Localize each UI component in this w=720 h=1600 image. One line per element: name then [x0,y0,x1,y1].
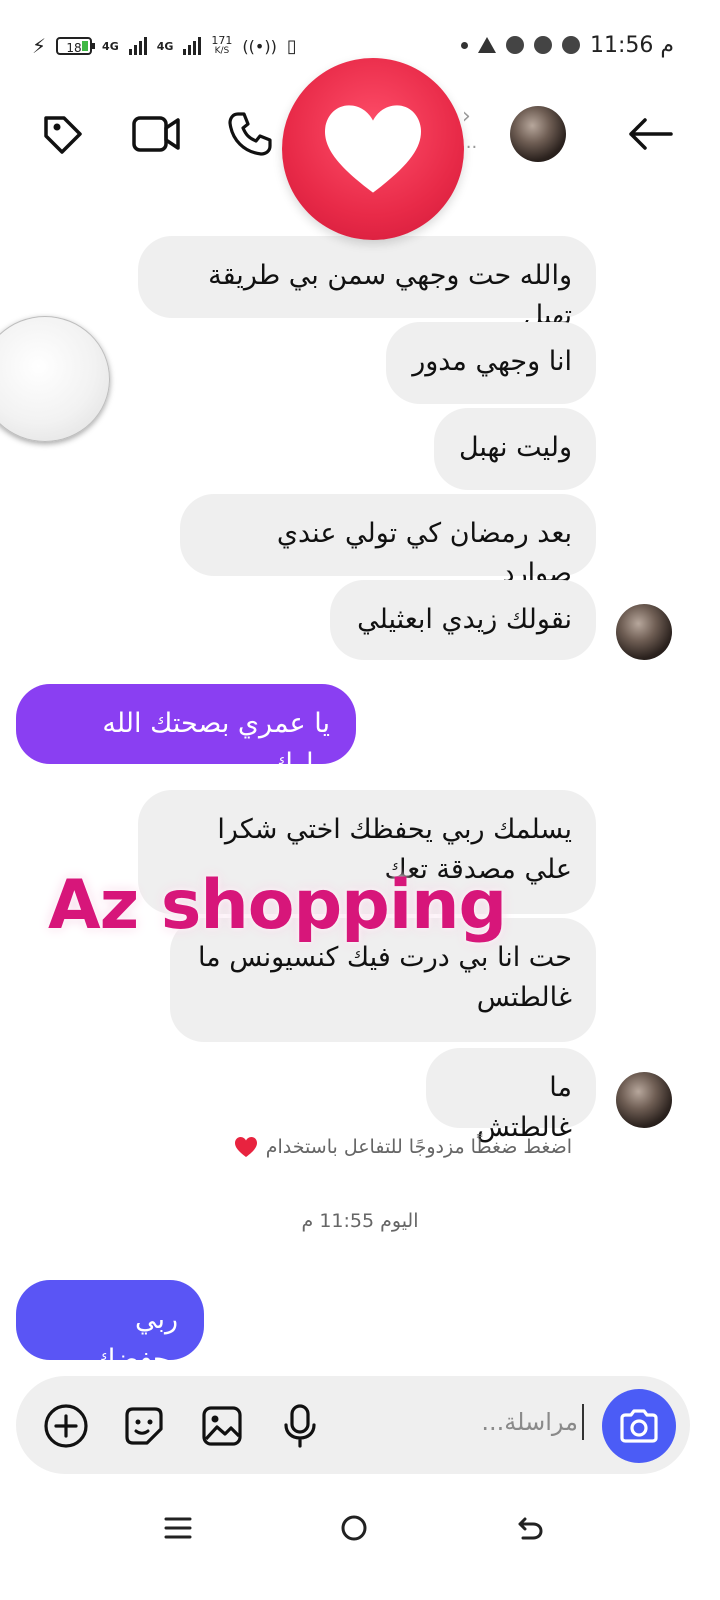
message-bubble-incoming[interactable]: انا وجهي مدور [386,322,596,404]
status-left: ⚡ 18 4G 4G 171 K/S ((•)) ▯ [32,32,297,60]
chevron-icon: › [462,104,471,129]
hint-text: اضغط ضغطًا مزدوجًا للتفاعل باستخدام [265,1136,572,1158]
app-notification-icon [533,36,552,54]
status-right: 11:56 م [460,30,674,60]
messenger-notification-icon [561,36,580,54]
message-bubble-incoming[interactable]: بعد رمضان كي تولي عندي صوارد [180,494,596,589]
clock: 11:56 م [589,32,674,58]
message-bubble-incoming[interactable]: ما غالطتش [426,1048,596,1143]
charging-icon: ⚡ [32,34,47,58]
alert-icon [477,37,496,53]
contact-avatar[interactable] [510,106,566,162]
speed-unit: K/S [214,46,230,56]
hotspot-icon: ((•)) [242,36,277,56]
signal-icon-2 [183,37,202,55]
sender-avatar [616,604,672,660]
message-input[interactable]: مراسلة... [481,1404,584,1440]
message-bubble-incoming[interactable]: وليت نهبل [434,408,596,490]
watermark-text: Az shopping [48,866,507,945]
vibrate-icon: ▯ [286,35,297,57]
back-nav-icon[interactable] [510,1508,550,1548]
message-bubble-incoming[interactable]: نقولك زيدي ابعثيلي [330,580,596,660]
video-call-icon[interactable] [130,108,182,160]
network-label-2: 4G [156,39,174,53]
microphone-icon[interactable] [276,1402,324,1450]
tag-icon[interactable] [38,108,90,160]
sender-avatar [616,1072,672,1128]
text-caret [582,1404,584,1440]
message-bubble-outgoing[interactable]: يا عمري بصحتك الله يبارك [16,684,356,779]
notification-dot-icon [460,41,468,49]
battery-icon: 18 [56,37,96,55]
camera-icon [620,1409,658,1443]
add-icon[interactable] [42,1402,90,1450]
heart-icon [234,1137,257,1157]
message-bubble-outgoing[interactable]: ربي يحفضك [16,1280,204,1375]
sticker-icon[interactable] [120,1402,168,1450]
recent-apps-icon[interactable] [158,1508,198,1548]
speed-value: 171 [211,34,233,47]
double-tap-hint: اضغط ضغطًا مزدوجًا للتفاعل باستخدام [234,1136,572,1158]
back-arrow-icon[interactable] [624,108,676,160]
signal-icon-1 [128,37,147,55]
network-label-1: 4G [102,39,119,53]
timer-icon [505,36,524,54]
assistive-touch-button[interactable] [0,316,110,442]
date-separator: اليوم 11:55 م [301,1210,419,1232]
heart-reaction-icon [282,58,464,240]
message-bubble-incoming[interactable]: والله حت وجهي سمن بي طريقة تهبل [138,236,596,331]
message-composer [16,1376,690,1474]
phone-call-icon[interactable] [224,108,276,160]
message-input-placeholder: مراسلة... [481,1408,578,1436]
home-icon[interactable] [334,1508,374,1548]
gallery-icon[interactable] [198,1402,246,1450]
network-speed: 171 K/S [211,35,232,57]
camera-button[interactable] [602,1389,676,1463]
